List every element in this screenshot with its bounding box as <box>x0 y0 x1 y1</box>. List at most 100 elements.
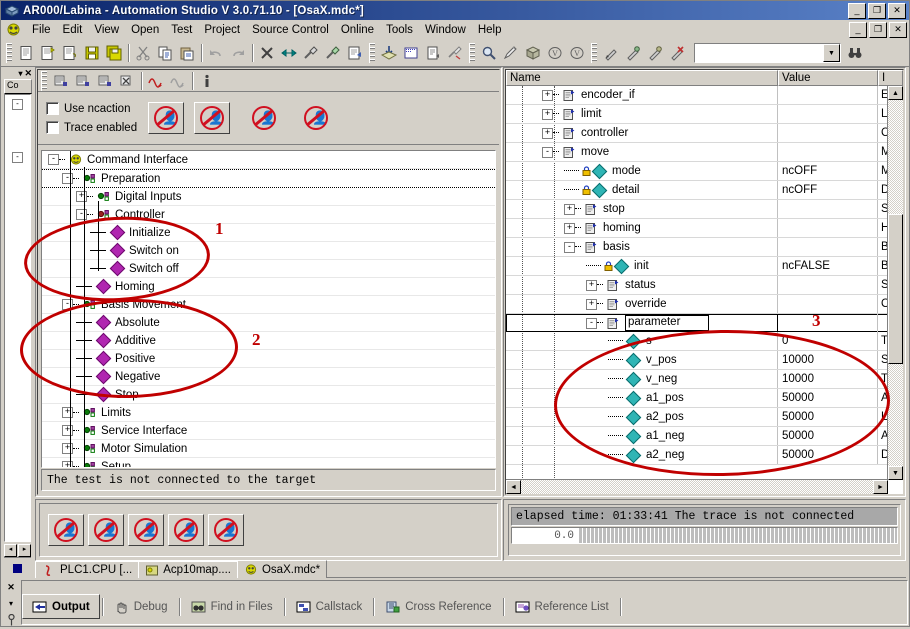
grid-cell-name[interactable]: a1_neg <box>506 427 778 445</box>
bottom-tab-debug[interactable]: Debug <box>105 596 177 617</box>
grid-cell-value[interactable]: ncOFF <box>778 162 878 180</box>
no-action-button[interactable]: 👤 <box>168 514 204 546</box>
grid-cell-value[interactable]: 10000 <box>778 370 878 388</box>
tree-toggle[interactable]: + <box>62 461 73 467</box>
grid-cell-value[interactable] <box>778 105 878 123</box>
redo-icon[interactable] <box>227 42 249 64</box>
scroll-left-button[interactable]: ◄ <box>506 480 521 494</box>
menu-item-help[interactable]: Help <box>472 22 508 38</box>
grid-cell-value[interactable]: ncFALSE <box>778 257 878 275</box>
tree-row[interactable]: Additive <box>42 332 495 350</box>
grid-cell-value[interactable]: 50000 <box>778 446 878 464</box>
cut-icon[interactable] <box>132 42 154 64</box>
column-header-info[interactable]: I <box>878 70 903 86</box>
no-action-button-4[interactable]: 👤 <box>298 102 334 134</box>
tree-toggle[interactable]: - <box>542 146 553 158</box>
no-action-button[interactable]: 👤 <box>88 514 124 546</box>
grid-cell-value[interactable]: ncOFF <box>778 181 878 199</box>
save-icon[interactable] <box>81 42 103 64</box>
minimize-button[interactable]: _ <box>848 2 866 19</box>
grid-cell-name[interactable]: v_pos <box>506 351 778 369</box>
tree-row[interactable]: + Digital Inputs <box>42 188 495 206</box>
tree-row[interactable]: Switch on <box>42 242 495 260</box>
transfer-icon[interactable] <box>378 42 400 64</box>
grid-cell-name[interactable]: + limit <box>506 105 778 123</box>
grid-row[interactable]: + status S <box>506 276 903 295</box>
grid-cell-name[interactable]: - move <box>506 143 778 161</box>
save-all-icon[interactable] <box>103 42 125 64</box>
tree-toggle[interactable]: + <box>62 443 73 454</box>
tree-toggle[interactable]: + <box>76 191 87 202</box>
nav-prev-button[interactable]: ◂ <box>4 544 17 557</box>
scroll-thumb[interactable] <box>888 214 903 364</box>
vertical-scrollbar[interactable]: ▲ ▼ <box>887 86 903 480</box>
tree-toggle[interactable]: - <box>76 209 87 220</box>
tree-toggle[interactable]: - <box>48 154 59 165</box>
grid-cell-name[interactable]: + homing <box>506 219 778 237</box>
grid-cell-name[interactable]: mode <box>506 162 778 180</box>
trace-scale-bar[interactable]: 0.0 <box>511 527 898 544</box>
grid-row[interactable]: + stop S <box>506 200 903 219</box>
menu-item-source-control[interactable]: Source Control <box>246 22 335 38</box>
grid-cell-name[interactable]: + controller <box>506 124 778 142</box>
tree-row[interactable]: - Controller <box>42 206 495 224</box>
grid-cell-value[interactable] <box>778 124 878 142</box>
grid-row[interactable]: a1_neg 50000 A <box>506 427 903 446</box>
insert-after-icon[interactable] <box>72 70 94 92</box>
menu-item-test[interactable]: Test <box>165 22 198 38</box>
left-panel-tree[interactable]: - - <box>4 94 31 542</box>
new-file-icon[interactable] <box>15 42 37 64</box>
grid-row[interactable]: + homing H <box>506 219 903 238</box>
tree-row[interactable]: + Service Interface <box>42 422 495 440</box>
grid-row[interactable]: s0T <box>506 332 903 351</box>
grid-cell-value[interactable] <box>778 238 878 256</box>
tree-row[interactable]: - Command Interface <box>42 151 495 169</box>
tree-row[interactable]: + Setup <box>42 458 495 467</box>
grid-cell-name[interactable]: + stop <box>506 200 778 218</box>
search-combo[interactable]: ▼ <box>694 43 841 63</box>
grid-cell-name[interactable]: a2_pos <box>506 408 778 426</box>
tree-row[interactable]: Positive <box>42 350 495 368</box>
bottom-tab-reference-list[interactable]: Reference List <box>506 596 618 617</box>
tree-row[interactable]: + Motor Simulation <box>42 440 495 458</box>
no-action-button-1[interactable]: 👤 <box>148 102 184 134</box>
grid-cell-name[interactable]: v_neg <box>506 370 778 388</box>
undo-icon[interactable] <box>205 42 227 64</box>
toolbar-grip[interactable] <box>41 70 47 91</box>
toolbar-grip[interactable] <box>469 43 475 63</box>
trace-enabled-checkbox[interactable] <box>46 121 59 134</box>
tree-row[interactable]: Homing <box>42 278 495 296</box>
tree-toggle[interactable]: - <box>62 173 73 184</box>
chevron-down-icon[interactable]: ▾ <box>18 69 22 78</box>
grid-row[interactable]: mode ncOFF M <box>506 162 903 181</box>
grid-cell-value[interactable]: 50000 <box>778 389 878 407</box>
report-icon[interactable] <box>422 42 444 64</box>
nav-next-button[interactable]: ▸ <box>18 544 31 557</box>
edit-object-icon[interactable] <box>500 42 522 64</box>
trace-enabled-checkbox-row[interactable]: Trace enabled <box>46 121 138 134</box>
delete-node-icon[interactable] <box>116 70 138 92</box>
tree-row[interactable]: Stop <box>42 386 495 404</box>
grid-cell-value[interactable]: 50000 <box>778 408 878 426</box>
chevron-down-icon[interactable]: ▼ <box>823 44 840 62</box>
menu-item-file[interactable]: File <box>26 22 57 38</box>
grid-row[interactable]: a1_pos 50000 A <box>506 389 903 408</box>
grid-cell-value[interactable] <box>778 200 878 218</box>
open-document-icon[interactable] <box>59 42 81 64</box>
menu-item-online[interactable]: Online <box>335 22 380 38</box>
chevron-down-icon[interactable]: ▾ <box>9 599 13 608</box>
tree-row[interactable]: - Basis Movement <box>42 296 495 314</box>
grid-cell-value[interactable] <box>778 143 878 161</box>
step-icon[interactable] <box>644 42 666 64</box>
grid-cell-value[interactable] <box>778 295 878 313</box>
command-interface-tree[interactable]: - Command Interface - Preparation + Digital I… <box>41 150 496 468</box>
bottom-tab-output[interactable]: Output <box>22 594 100 619</box>
grid-cell-name[interactable]: a1_pos <box>506 389 778 407</box>
tree-row[interactable]: - Preparation <box>42 169 495 188</box>
grid-cell-name[interactable]: init <box>506 257 778 275</box>
horizontal-scrollbar[interactable]: ◄ ► <box>506 479 888 494</box>
binoculars-icon[interactable] <box>844 42 866 64</box>
variable-grid-body[interactable]: + encoder_if E + limit L + controller C - move Mmod… <box>506 86 903 494</box>
grid-cell-value[interactable] <box>778 86 878 104</box>
tree-toggle[interactable]: - <box>564 241 575 253</box>
